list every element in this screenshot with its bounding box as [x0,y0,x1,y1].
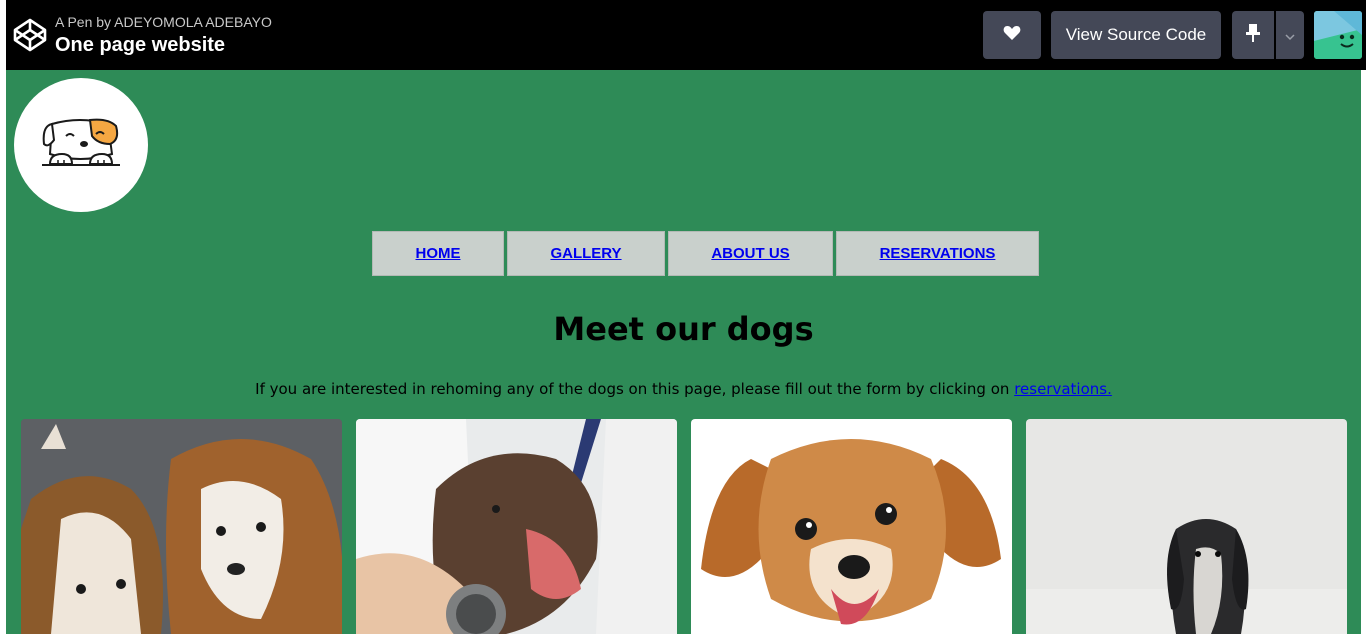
pen-title: One page website [55,34,226,56]
codepen-logo-icon[interactable] [12,17,48,53]
dog-photo[interactable] [356,419,677,634]
nav-link-gallery[interactable]: GALLERY [550,245,621,262]
dog-photo[interactable] [21,419,342,634]
heart-icon [1003,25,1021,45]
codepen-header: A Pen by ADEYOMOLA ADEBAYO One page webs… [6,0,1366,70]
intro-text-body: If you are interested in rehoming any of… [255,380,1015,398]
nav-link-home[interactable]: HOME [416,245,461,262]
nav-item-gallery[interactable]: GALLERY [507,231,665,276]
pen-author[interactable]: A Pen by ADEYOMOLA ADEBAYO [55,14,272,30]
nav-item-about-us[interactable]: ABOUT US [668,231,833,276]
page-title: Meet our dogs [553,310,814,348]
intro-text: If you are interested in rehoming any of… [6,380,1361,398]
dog-photo[interactable] [1026,419,1347,634]
dog-photo[interactable] [691,419,1012,634]
avatar[interactable] [1314,11,1362,59]
heart-button[interactable] [983,11,1041,59]
site-logo[interactable] [14,78,148,212]
chevron-down-icon [1285,26,1295,45]
nav-link-reservations[interactable]: RESERVATIONS [880,245,996,262]
nav-item-home[interactable]: HOME [372,231,504,276]
nav-link-about-us[interactable]: ABOUT US [711,245,789,262]
pin-options-button[interactable] [1276,11,1304,59]
view-source-button[interactable]: View Source Code [1051,11,1221,59]
pin-button[interactable] [1232,11,1274,59]
main-nav: HOME GALLERY ABOUT US RESERVATIONS [372,231,1039,276]
reservations-link[interactable]: reservations. [1014,380,1112,398]
page-body: HOME GALLERY ABOUT US RESERVATIONS Meet … [6,70,1361,634]
nav-item-reservations[interactable]: RESERVATIONS [836,231,1039,276]
dog-logo-icon [42,118,120,166]
pin-icon [1246,23,1260,47]
